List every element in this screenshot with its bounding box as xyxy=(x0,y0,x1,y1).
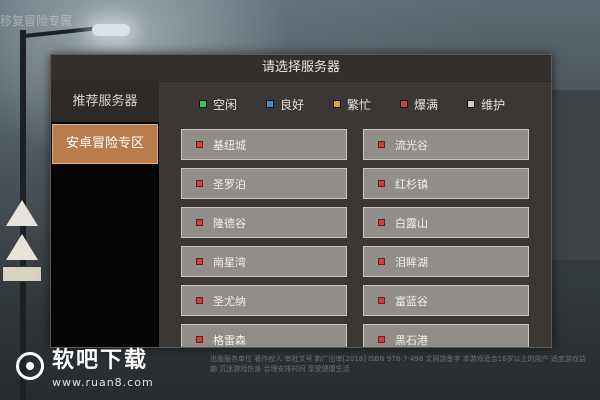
server-button[interactable]: 隆德谷 xyxy=(181,207,347,238)
server-status-icon xyxy=(196,180,203,187)
watermark: 软吧下载 www.ruan8.com xyxy=(16,342,154,389)
legend-item: 爆满 xyxy=(400,96,438,113)
legend-label: 空闲 xyxy=(213,97,238,112)
status-square-icon xyxy=(400,100,409,108)
status-square-icon xyxy=(333,100,342,108)
server-category-panel: 推荐服务器 安卓冒险专区 xyxy=(51,82,159,347)
server-name: 圣尤纳 xyxy=(213,294,246,308)
server-list-panel: 空闲 良好 繁忙 爆满 维护 基纽城 流光谷圣罗泊 红杉镇隆德谷 白露山南星湾 泪眸湖圣尤纳 富蓝… xyxy=(159,82,551,347)
background-top-text: 移复冒险专属 xyxy=(0,14,73,28)
server-name: 南星湾 xyxy=(213,255,246,269)
server-button[interactable]: 圣尤纳 xyxy=(181,285,347,316)
server-button[interactable]: 红杉镇 xyxy=(363,168,529,199)
server-name: 隆德谷 xyxy=(213,216,246,230)
server-name: 泪眸湖 xyxy=(395,255,428,269)
server-button[interactable]: 富蓝谷 xyxy=(363,285,529,316)
status-legend: 空闲 良好 繁忙 爆满 维护 xyxy=(159,82,551,126)
legend-item: 良好 xyxy=(266,96,304,113)
server-status-icon xyxy=(378,180,385,187)
watermark-logo-icon xyxy=(16,351,44,380)
server-name: 格雷森 xyxy=(213,333,246,347)
server-status-icon xyxy=(196,219,203,226)
warning-sign-icon xyxy=(6,200,38,226)
server-name: 基纽城 xyxy=(213,138,246,152)
server-name: 流光谷 xyxy=(395,138,428,152)
server-name: 黑石港 xyxy=(395,333,428,347)
server-status-icon xyxy=(196,141,203,148)
legend-label: 良好 xyxy=(280,97,305,112)
server-button[interactable]: 泪眸湖 xyxy=(363,246,529,277)
legend-item: 空闲 xyxy=(199,96,237,113)
server-status-icon xyxy=(196,258,203,265)
dialog-title: 请选择服务器 xyxy=(51,55,551,82)
warning-sign-icon xyxy=(6,234,38,260)
legend-item: 繁忙 xyxy=(333,96,371,113)
tab-android-adventure-zone[interactable]: 安卓冒险专区 xyxy=(52,124,158,164)
server-name: 富蓝谷 xyxy=(395,294,428,308)
legend-label: 维护 xyxy=(481,97,506,112)
server-button[interactable]: 白露山 xyxy=(363,207,529,238)
server-button[interactable]: 黑石港 xyxy=(363,324,529,347)
server-status-icon xyxy=(378,258,385,265)
server-status-icon xyxy=(378,336,385,343)
legend-label: 繁忙 xyxy=(347,97,372,112)
legend-label: 爆满 xyxy=(414,97,439,112)
status-square-icon xyxy=(467,100,476,108)
server-status-icon xyxy=(196,297,203,304)
footer-legal-text: 出版服务单位 著作权人 审批文号 新广出审[2018] ISBN 978-7-4… xyxy=(210,355,586,373)
server-name: 红杉镇 xyxy=(395,177,428,191)
server-status-icon xyxy=(378,297,385,304)
server-status-icon xyxy=(378,219,385,226)
watermark-url: www.ruan8.com xyxy=(52,376,154,389)
street-light xyxy=(92,24,130,36)
server-button[interactable]: 流光谷 xyxy=(363,129,529,160)
status-square-icon xyxy=(199,100,207,108)
tab-recommended-servers[interactable]: 推荐服务器 xyxy=(51,82,159,122)
server-name: 圣罗泊 xyxy=(213,177,246,191)
server-select-dialog: 请选择服务器 推荐服务器 安卓冒险专区 空闲 良好 繁忙 爆满 维护 基纽城 流光谷圣罗泊… xyxy=(50,54,552,348)
status-square-icon xyxy=(266,100,275,108)
legend-item: 维护 xyxy=(467,96,505,113)
watermark-title: 软吧下载 xyxy=(52,348,149,373)
server-button[interactable]: 南星湾 xyxy=(181,246,347,277)
server-status-icon xyxy=(378,141,385,148)
server-button[interactable]: 格雷森 xyxy=(181,324,347,347)
server-name: 白露山 xyxy=(395,216,428,230)
server-button[interactable]: 基纽城 xyxy=(181,129,347,160)
server-button[interactable]: 圣罗泊 xyxy=(181,168,347,199)
road-sign-plate xyxy=(2,266,42,282)
server-status-icon xyxy=(196,336,203,343)
